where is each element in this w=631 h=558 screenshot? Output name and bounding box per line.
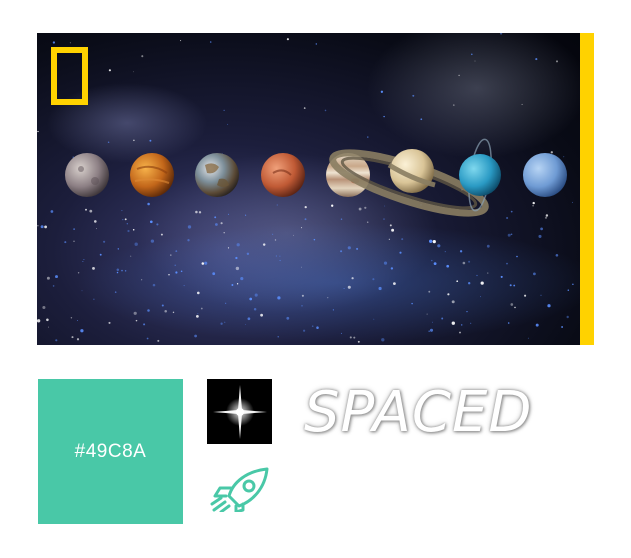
mercury-icon <box>65 153 109 197</box>
star-flare-icon <box>207 379 272 444</box>
color-swatch: #49C8A <box>38 379 183 524</box>
mars-icon <box>261 153 305 197</box>
swatch-hex-label: #49C8A <box>74 440 147 462</box>
rocket-icon <box>210 467 269 512</box>
solar-system-hero-image <box>37 33 580 345</box>
venus-icon <box>130 153 174 197</box>
neptune-icon <box>523 153 567 197</box>
brand-wordmark: SPACED <box>304 380 533 445</box>
accent-bar <box>580 33 594 345</box>
planets-row <box>65 138 567 217</box>
earth-icon <box>195 153 239 197</box>
moodboard: #49C8A SPACED <box>0 0 631 558</box>
